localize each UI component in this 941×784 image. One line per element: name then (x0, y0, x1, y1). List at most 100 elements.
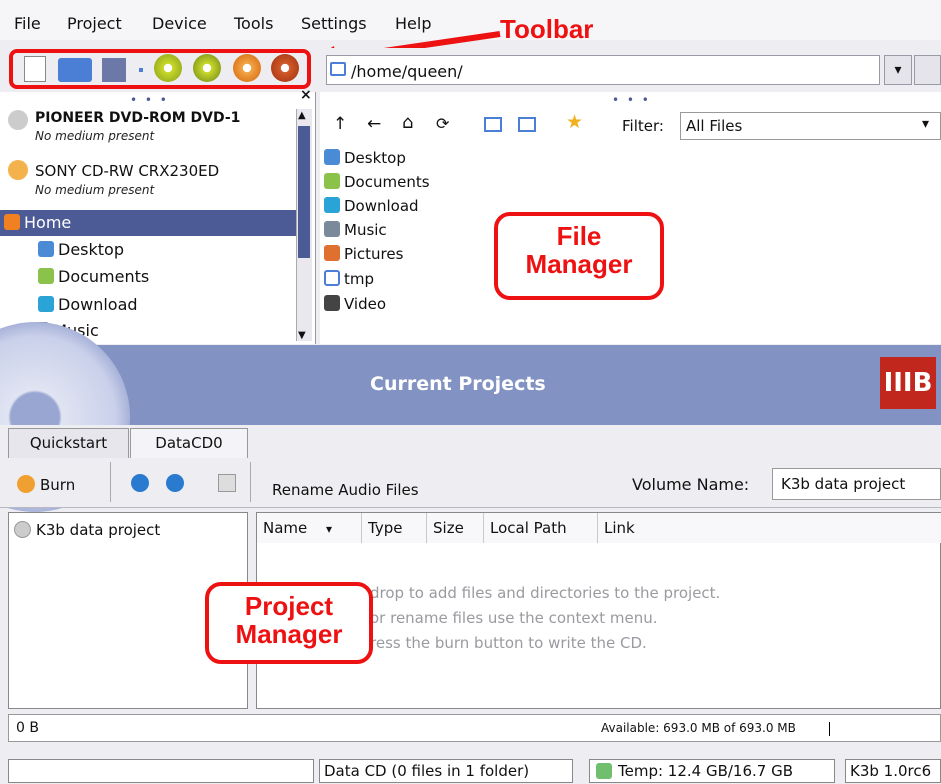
data-cd-icon (14, 521, 31, 538)
file-label: Desktop (344, 149, 406, 167)
tab-datacd0[interactable]: DataCD0 (130, 428, 248, 458)
toolbar-divider (250, 462, 251, 502)
status-temp: Temp: 12.4 GB/16.7 GB (589, 759, 835, 783)
column-type[interactable]: Type (362, 513, 427, 543)
temp-folder-icon (596, 763, 612, 779)
download-icon (38, 296, 54, 312)
status-temp-label: Temp: 12.4 GB/16.7 GB (618, 762, 794, 780)
tree-item-home[interactable]: Home (0, 210, 296, 236)
file-item[interactable]: Pictures (324, 242, 403, 266)
file-item[interactable]: Documents (324, 170, 430, 194)
tree-item-desktop[interactable]: Desktop (38, 237, 334, 263)
properties-icon[interactable] (218, 474, 236, 492)
file-label: Video (344, 295, 387, 313)
toolbar-annotation-label: Toolbar (500, 14, 594, 44)
capacity-marker (829, 722, 830, 736)
device-status: No medium present (35, 129, 155, 143)
sort-arrow-icon: ▾ (326, 522, 333, 536)
k3b-logo: IIIB (880, 357, 936, 409)
home-icon (4, 214, 20, 230)
tree-item-documents[interactable]: Documents (38, 264, 334, 290)
tree-label: Documents (58, 267, 150, 286)
path-dropdown-button[interactable]: ▾ (884, 55, 912, 85)
home-icon[interactable]: ⌂ (402, 112, 413, 133)
music-icon (324, 221, 340, 237)
chevron-down-icon[interactable]: ▾ (922, 116, 929, 132)
folder-icon (324, 270, 340, 286)
column-link[interactable]: Link (598, 513, 941, 543)
project-manager-annotation: Project Manager (205, 582, 373, 664)
empty-hint-line: or rename files use the context menu. (370, 609, 658, 627)
file-label: Music (344, 221, 387, 239)
file-item[interactable]: Desktop (324, 146, 406, 170)
scroll-up-icon[interactable]: ▲ (298, 110, 306, 121)
used-size: 0 B (16, 720, 39, 736)
file-item[interactable]: Video (324, 292, 386, 316)
device-status: No medium present (35, 183, 155, 197)
column-local-path[interactable]: Local Path (484, 513, 598, 543)
desktop-icon (324, 149, 340, 165)
add-files-icon[interactable] (131, 474, 149, 492)
status-project-info: Data CD (0 files in 1 folder) (319, 759, 573, 783)
device-title[interactable]: SONY CD-RW CRX230ED (35, 162, 219, 180)
toolbar-divider (110, 462, 111, 502)
file-label: Documents (344, 173, 430, 191)
toolbar-highlight-box (9, 49, 311, 89)
pictures-icon (324, 245, 340, 261)
documents-icon (38, 268, 54, 284)
file-item[interactable]: tmp (324, 267, 374, 291)
panel-grip-icon[interactable]: • • • (130, 93, 169, 107)
file-manager-annotation: File Manager (494, 212, 664, 300)
menu-device[interactable]: Device (152, 14, 207, 33)
file-label: Pictures (344, 245, 404, 263)
tree-label: Home (24, 213, 72, 232)
documents-icon (324, 173, 340, 189)
back-arrow-icon[interactable]: ← (367, 114, 381, 134)
menu-file[interactable]: File (14, 14, 41, 33)
path-value: /home/queen/ (351, 62, 463, 81)
burn-icon (17, 475, 35, 493)
reload-icon[interactable]: ⟳ (436, 114, 449, 133)
tab-quickstart[interactable]: Quickstart (8, 428, 129, 458)
file-label: tmp (344, 270, 375, 288)
file-item[interactable]: Download (324, 194, 419, 218)
column-label: Name (263, 519, 308, 537)
column-size[interactable]: Size (427, 513, 484, 543)
burn-button[interactable]: Burn (40, 476, 75, 494)
detail-view-icon[interactable] (518, 117, 536, 132)
desktop-icon (38, 241, 54, 257)
size-status-row (8, 714, 941, 742)
tree-scroll-thumb[interactable] (298, 126, 310, 258)
empty-hint-line: ress the burn button to write the CD. (370, 634, 647, 652)
tree-label: Download (58, 295, 138, 314)
up-arrow-icon[interactable]: ↑ (333, 114, 347, 134)
download-icon (324, 197, 340, 213)
close-panel-icon[interactable]: × (300, 87, 312, 103)
column-name[interactable]: Name ▾ (257, 513, 362, 543)
bookmark-star-icon[interactable]: ★ (566, 111, 583, 133)
filter-label: Filter: (622, 117, 664, 135)
rename-audio-button[interactable]: Rename Audio Files (272, 481, 419, 499)
folder-icon (330, 62, 346, 76)
available-space: Available: 693.0 MB of 693.0 MB (601, 721, 796, 735)
cdrw-drive-icon (8, 160, 28, 180)
project-root[interactable]: K3b data project (36, 521, 160, 539)
projects-title: Current Projects (370, 373, 546, 395)
panel-grip-icon[interactable]: • • • (612, 93, 651, 107)
scroll-down-icon[interactable]: ▼ (298, 330, 306, 341)
volume-name-label: Volume Name: (632, 475, 750, 494)
k3b-window: File Project Device Tools Settings Help … (0, 0, 941, 784)
device-title[interactable]: PIONEER DVD-ROM DVD-1 (35, 110, 240, 126)
empty-hint-line: drop to add files and directories to the… (370, 584, 721, 602)
dvd-drive-icon (8, 110, 28, 130)
file-item[interactable]: Music (324, 218, 387, 242)
new-folder-icon[interactable] (166, 474, 184, 492)
status-version: K3b 1.0rc6 (845, 759, 941, 783)
menu-tools[interactable]: Tools (234, 14, 273, 33)
file-label: Download (344, 197, 419, 215)
icon-view-icon[interactable] (484, 117, 502, 132)
video-icon (324, 295, 340, 311)
path-go-button[interactable] (914, 55, 941, 85)
menu-project[interactable]: Project (67, 14, 122, 33)
tree-item-download[interactable]: Download (38, 292, 334, 318)
